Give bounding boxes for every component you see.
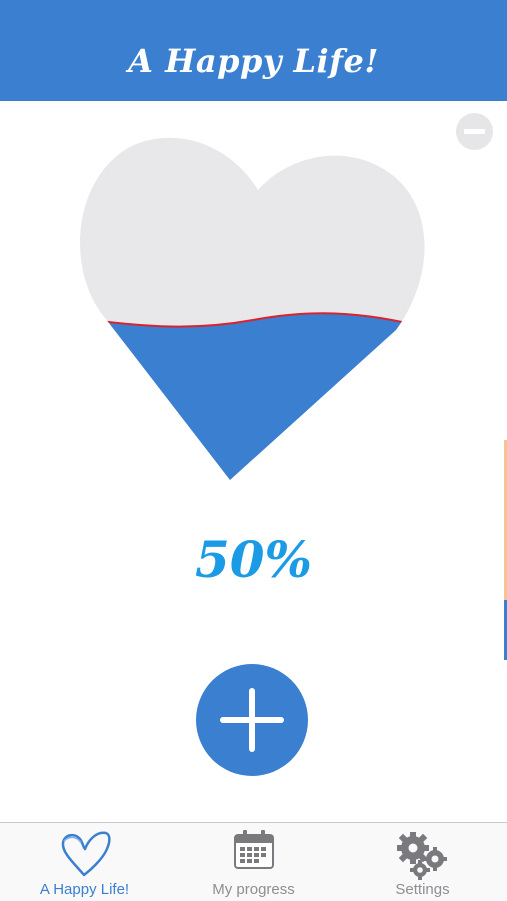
heart-fill-area xyxy=(80,313,425,480)
progress-percent: 50% xyxy=(194,530,313,589)
tab-label: Settings xyxy=(395,881,450,898)
tab-bar: A Happy Life! My progress Settings xyxy=(0,822,507,901)
tab-label: A Happy Life! xyxy=(39,881,130,898)
calendar-icon xyxy=(233,830,274,869)
tab-settings[interactable]: Settings xyxy=(338,823,507,901)
decrease-button[interactable] xyxy=(456,113,493,150)
tab-my-progress[interactable]: My progress xyxy=(169,823,338,901)
app-title: A Happy Life! xyxy=(128,42,379,80)
gears-icon xyxy=(396,832,447,880)
minus-icon xyxy=(464,129,485,134)
tab-happy-life[interactable]: A Happy Life! xyxy=(0,823,169,901)
heart-outline-icon xyxy=(61,831,111,877)
tab-label: My progress xyxy=(212,881,295,898)
app-header: A Happy Life! xyxy=(0,0,507,101)
heart-progress-meter xyxy=(80,137,425,480)
add-button[interactable] xyxy=(196,664,308,776)
